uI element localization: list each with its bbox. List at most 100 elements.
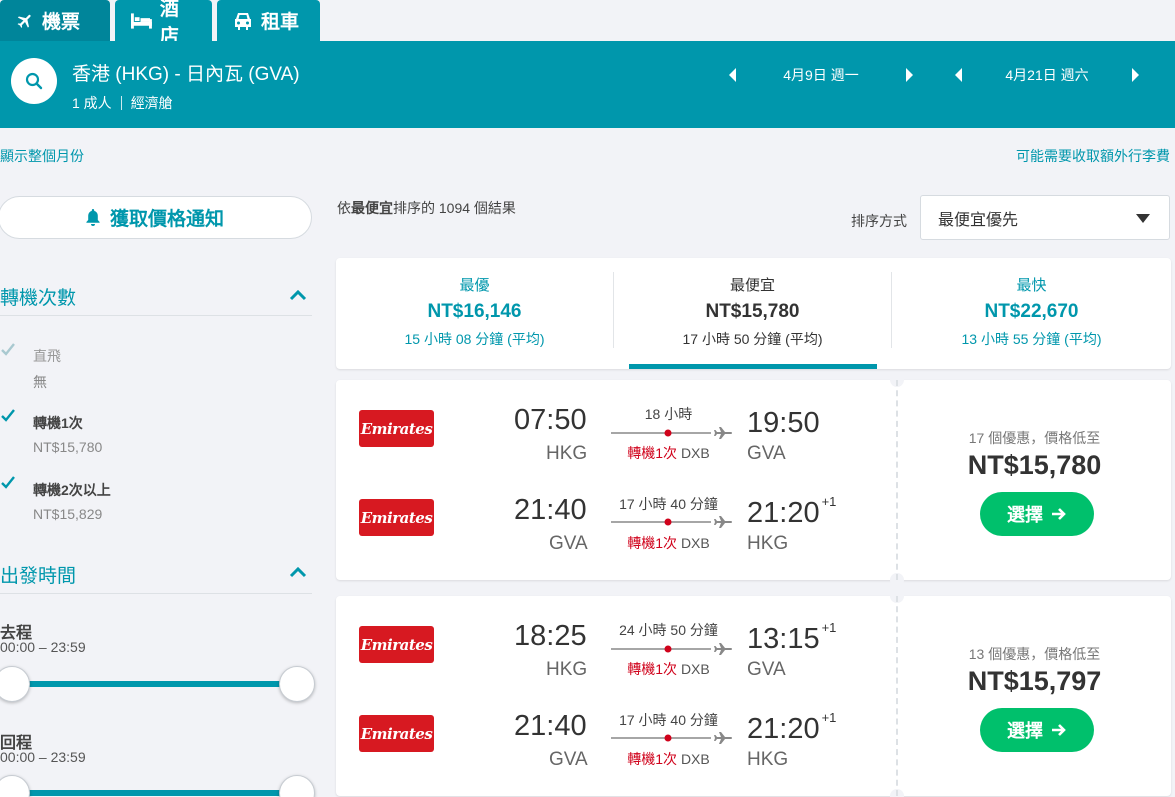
flight-path [611,516,732,528]
plane-icon [714,516,732,528]
arrival-airport: GVA [747,659,786,680]
stops-info: 轉機1次 DXB [611,533,726,553]
caret-right-icon[interactable] [1131,67,1141,83]
departure-time: 21:40 [514,710,587,742]
plane-icon [17,14,31,28]
tab-cars[interactable]: 租車 [217,0,320,41]
outbound-slider-track[interactable] [12,681,296,687]
deal-count: 13 個優惠，價格低至 [968,646,1101,662]
caret-left-icon[interactable] [953,67,963,83]
stops-option-direct: 直飛 [33,348,61,364]
day-offset: +1 [821,494,837,509]
day-offset: +1 [821,710,837,725]
flight-result-card[interactable]: Emirates 18:25 HKG 24 小時 50 分鐘 轉機1次 DXB … [336,589,1171,797]
show-month-link[interactable]: 顯示整個月份 [0,146,84,166]
sort-tab-name: 最快 [1016,277,1047,294]
flight-duration: 24 小時 50 分鐘 [619,622,718,638]
plane-icon [714,732,732,744]
stop-count: 轉機1次 [627,751,678,767]
stops-option-two-plus[interactable]: 轉機2次以上 [33,480,111,500]
bell-icon [86,209,100,226]
depart-date[interactable]: 4月9日 週一 [737,65,905,85]
stops-option-price: NT$15,829 [33,506,103,522]
stops-info: 轉機1次 DXB [611,749,726,769]
stop-count: 轉機1次 [627,535,678,551]
result-count-prefix: 依 [337,200,351,216]
departure-airport: GVA [549,749,588,770]
search-icon [25,72,43,90]
tab-flights-label: 機票 [42,12,81,33]
arrival-time-value: 21:20 [747,713,820,745]
arrow-right-icon [1052,724,1066,736]
departure-airport: HKG [546,659,588,680]
divider [120,96,122,110]
tab-flights[interactable]: 機票 [0,0,110,41]
flight-duration: 17 小時 40 分鐘 [619,496,718,512]
departure-time: 21:40 [514,494,587,526]
arrival-time-value: 19:50 [747,407,820,439]
select-flight-button[interactable]: 選擇 [980,708,1094,752]
result-count: 依最便宜排序的 1094 個結果 [337,198,516,218]
stop-airport: DXB [680,661,710,677]
flight-result-card[interactable]: Emirates 07:50 HKG 18 小時 轉機1次 DXB 19:50 … [336,373,1171,587]
outbound-slider-start-handle[interactable] [0,666,30,702]
stops-option-price: 無 [33,374,47,390]
departure-airport: HKG [546,443,588,464]
stops-info: 轉機1次 DXB [611,443,726,463]
inbound-slider-track[interactable] [12,790,296,796]
sort-tab-price: NT$15,780 [705,301,800,322]
tab-hotels[interactable]: 酒店 [115,0,212,47]
caret-right-icon[interactable] [905,67,915,83]
checkmark-icon[interactable] [0,408,16,424]
route-title: 香港 (HKG) - 日內瓦 (GVA) [72,64,300,85]
caret-left-icon[interactable] [727,67,737,83]
flight-price: NT$15,797 [967,666,1102,696]
inbound-slider-start-handle[interactable] [0,775,30,797]
chevron-up-icon[interactable] [289,289,307,301]
edit-search-button[interactable] [11,58,57,104]
sort-tab-duration: 17 小時 50 分鐘 (平均) [682,331,823,347]
inbound-slider-end-handle[interactable] [279,775,315,797]
checkmark-icon[interactable] [0,475,16,491]
result-count-suffix: 排序的 1094 個結果 [393,200,516,216]
plane-icon [714,427,732,439]
flight-path [611,643,732,655]
flight-path [611,732,732,744]
select-flight-button[interactable]: 選擇 [980,492,1094,536]
sort-select[interactable]: 最便宜優先 [920,195,1170,240]
deal-count: 17 個優惠，價格低至 [968,430,1101,446]
stop-airport: DXB [680,751,710,767]
return-date[interactable]: 4月21日 週六 [963,65,1131,85]
sort-tab-duration: 15 小時 08 分鐘 (平均) [404,331,545,347]
divider [0,593,312,594]
arrival-airport: HKG [747,533,789,554]
outbound-slider-end-handle[interactable] [279,666,315,702]
arrival-time: 21:20 +1 [747,494,836,530]
baggage-fees-link[interactable]: 可能需要收取額外行李費 [1016,146,1170,166]
stop-airport: DXB [680,535,710,551]
arrival-airport: HKG [747,749,789,770]
arrival-time: 19:50 [747,404,822,440]
inbound-range: 00:00 – 23:59 [0,749,86,765]
departure-time: 07:50 [514,404,587,436]
stop-airport: DXB [680,445,710,461]
flight-duration: 18 小時 [644,406,693,422]
bed-icon [131,12,152,29]
price-alert-button[interactable]: 獲取價格通知 [0,196,312,239]
sort-tab-duration: 13 小時 55 分鐘 (平均) [961,331,1102,347]
sort-tab-price: NT$16,146 [427,301,522,322]
stops-option-one[interactable]: 轉機1次 [33,413,83,433]
divider [0,315,312,316]
checkmark-icon[interactable] [0,342,16,358]
sort-tab-cheapest[interactable]: 最便宜 NT$15,780 17 小時 50 分鐘 (平均) [614,258,891,369]
sort-tab-best[interactable]: 最優 NT$16,146 15 小時 08 分鐘 (平均) [336,258,613,369]
select-flight-label: 選擇 [1007,721,1043,741]
sort-tab-fastest[interactable]: 最快 NT$22,670 13 小時 55 分鐘 (平均) [892,258,1171,369]
chevron-up-icon[interactable] [289,566,307,578]
outbound-range: 00:00 – 23:59 [0,639,86,655]
airline-logo-emirates: Emirates [359,499,434,536]
passenger-summary: 1 成人 經濟艙 [72,93,173,113]
sort-tab-price: NT$22,670 [984,301,1079,322]
stop-count: 轉機1次 [627,661,678,677]
airline-logo-emirates: Emirates [359,626,434,663]
